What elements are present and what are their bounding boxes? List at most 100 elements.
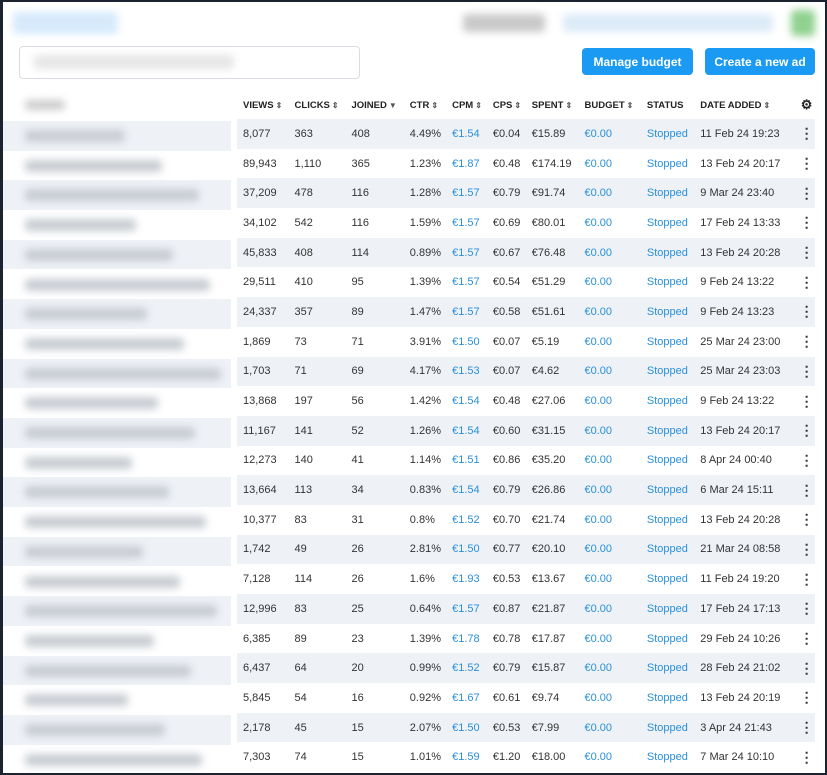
gear-icon[interactable]: ⚙ [792, 91, 815, 119]
ad-name[interactable] [3, 744, 231, 773]
sort-icon[interactable]: ⇕ [332, 101, 339, 110]
cell-status[interactable]: Stopped [641, 327, 694, 357]
kebab-icon[interactable]: ⋮ [792, 149, 815, 179]
ad-name[interactable] [3, 715, 231, 745]
kebab-icon[interactable]: ⋮ [792, 712, 815, 743]
ad-name[interactable] [3, 328, 231, 359]
kebab-icon[interactable]: ⋮ [792, 534, 815, 565]
column-header-cpm[interactable]: CPM ⇕ [446, 91, 487, 119]
sort-icon[interactable]: ⇕ [627, 101, 634, 110]
cell-views: 2,178 [237, 712, 289, 743]
kebab-icon[interactable]: ⋮ [792, 624, 815, 654]
ad-name[interactable] [3, 507, 231, 537]
kebab-icon[interactable]: ⋮ [792, 356, 815, 387]
column-header-cps[interactable]: CPS ⇕ [487, 91, 526, 119]
cell-ctr: 1.23% [409, 157, 441, 170]
table-row: 7,303 74 15 1.01% €1.59 €1.20 €18.00 €0.00 Stopp… [237, 742, 815, 772]
kebab-icon[interactable]: ⋮ [792, 505, 815, 535]
kebab-icon[interactable]: ⋮ [792, 119, 815, 149]
cell-status[interactable]: Stopped [640, 237, 695, 268]
cell-status[interactable]: Stopped [640, 534, 695, 565]
search-input[interactable] [19, 46, 360, 79]
cell-status[interactable]: Stopped [641, 386, 694, 416]
ad-name[interactable] [3, 477, 231, 508]
cell-status[interactable]: Stopped [640, 297, 695, 327]
ad-name[interactable] [3, 447, 231, 478]
kebab-icon[interactable]: ⋮ [792, 653, 815, 684]
ad-name[interactable] [3, 358, 231, 389]
column-header-clicks[interactable]: CLICKS ⇕ [289, 91, 346, 119]
ad-name[interactable] [3, 121, 231, 151]
cell-status[interactable]: Stopped [640, 594, 695, 624]
avatar[interactable] [791, 10, 815, 36]
sort-icon[interactable]: ⇕ [565, 101, 572, 110]
cell-status[interactable]: Stopped [640, 653, 695, 684]
cell-clicks: 141 [288, 415, 346, 446]
ad-name[interactable] [3, 685, 231, 715]
cell-status[interactable]: Stopped [641, 683, 694, 713]
sort-icon[interactable]: ⇕ [475, 101, 482, 110]
column-header-ctr[interactable]: CTR ⇕ [404, 91, 446, 119]
ad-name[interactable] [3, 180, 231, 211]
sort-icon[interactable]: ⇕ [276, 101, 283, 110]
sort-icon[interactable]: ⇕ [764, 101, 771, 110]
ad-name[interactable] [3, 388, 231, 418]
ad-name[interactable] [3, 625, 231, 656]
kebab-icon[interactable]: ⋮ [792, 386, 815, 416]
kebab-icon[interactable]: ⋮ [792, 327, 815, 357]
create-ad-button[interactable]: Create a new ad [705, 48, 815, 75]
kebab-icon[interactable]: ⋮ [792, 267, 815, 297]
cell-status[interactable]: Stopped [641, 446, 694, 476]
account-link[interactable] [563, 14, 773, 32]
cell-status[interactable]: Stopped [640, 119, 695, 149]
kebab-icon[interactable]: ⋮ [792, 415, 815, 446]
kebab-icon[interactable]: ⋮ [792, 208, 815, 238]
kebab-icon[interactable]: ⋮ [792, 564, 815, 594]
kebab-icon[interactable]: ⋮ [792, 594, 815, 624]
ad-name[interactable] [3, 655, 231, 686]
sort-icon[interactable]: ⇕ [514, 101, 521, 110]
cell-clicks: 542 [294, 216, 313, 229]
ad-name[interactable] [3, 269, 231, 300]
kebab-icon[interactable]: ⋮ [792, 475, 815, 505]
cell-status[interactable]: Stopped [641, 149, 694, 179]
cell-status[interactable]: Stopped [641, 267, 694, 297]
cell-status[interactable]: Stopped [641, 505, 694, 535]
column-header-views[interactable]: VIEWS ⇕ [237, 91, 289, 119]
sort-desc-icon[interactable]: ▼ [389, 101, 397, 110]
ad-name[interactable] [3, 299, 231, 329]
ad-name[interactable] [3, 418, 231, 448]
cell-status[interactable]: Stopped [641, 624, 694, 654]
cell-status[interactable]: Stopped [641, 208, 694, 238]
manage-budget-button[interactable]: Manage budget [582, 48, 693, 75]
cell-status[interactable]: Stopped [641, 564, 694, 594]
cell-date-added: 3 Apr 24 21:43 [694, 712, 793, 743]
cell-status[interactable]: Stopped [640, 415, 695, 446]
cell-status[interactable]: Stopped [641, 742, 694, 772]
cell-cpm: €1.54 [452, 395, 480, 408]
ad-name[interactable] [3, 239, 231, 270]
cell-status[interactable]: Stopped [640, 712, 695, 743]
ad-name[interactable] [3, 536, 231, 567]
cell-ctr: 0.64% [403, 594, 447, 624]
kebab-icon[interactable]: ⋮ [792, 178, 815, 209]
kebab-icon[interactable]: ⋮ [792, 446, 815, 476]
kebab-icon[interactable]: ⋮ [792, 297, 815, 327]
ad-name[interactable] [3, 566, 231, 597]
column-header-budget[interactable]: BUDGET ⇕ [579, 91, 641, 119]
cell-status[interactable]: Stopped [640, 475, 695, 505]
ad-name[interactable] [3, 210, 231, 240]
cell-status[interactable]: Stopped [640, 178, 695, 209]
sort-icon[interactable]: ⇕ [431, 101, 438, 110]
column-header-date-added[interactable]: DATE ADDED ⇕ [694, 91, 792, 119]
column-header-spent[interactable]: SPENT ⇕ [526, 91, 579, 119]
kebab-icon[interactable]: ⋮ [792, 683, 815, 713]
ad-name[interactable] [3, 596, 231, 626]
column-header-joined[interactable]: JOINED ▼ [345, 91, 403, 119]
ad-name[interactable] [3, 150, 231, 181]
cell-spent: €35.20 [531, 454, 566, 467]
kebab-icon[interactable]: ⋮ [792, 742, 815, 772]
cell-ctr: 1.39% [409, 632, 441, 645]
kebab-icon[interactable]: ⋮ [792, 237, 815, 268]
cell-status[interactable]: Stopped [640, 356, 695, 387]
